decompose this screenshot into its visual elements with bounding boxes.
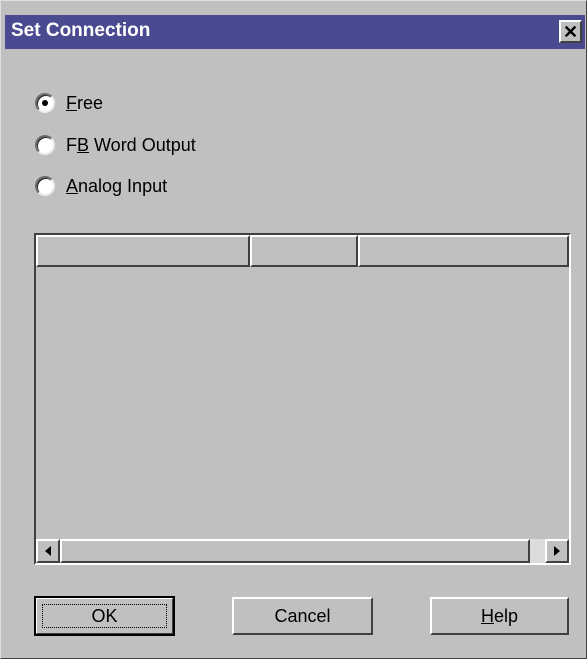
title-bar[interactable]: Set Connection ✕ (5, 15, 585, 49)
arrow-right-icon (554, 546, 560, 556)
list-header (36, 235, 569, 267)
radio-free-label: Free (66, 92, 104, 113)
radio-analog-input[interactable]: Analog Input (35, 172, 167, 200)
dialog-title: Set Connection (11, 20, 151, 41)
radio-unselected-icon (35, 135, 55, 155)
column-header-2[interactable] (250, 235, 358, 267)
radio-analog-input-label: Analog Input (66, 175, 168, 196)
focus-rectangle (42, 604, 167, 628)
radio-fb-word-output-label: FB Word Output (66, 134, 196, 155)
radio-selected-icon (35, 93, 55, 113)
close-icon: ✕ (562, 21, 579, 42)
scroll-left-button[interactable] (36, 539, 60, 563)
cancel-button-label: Cancel (274, 605, 331, 626)
column-header-1[interactable] (36, 235, 250, 267)
radio-fb-word-output[interactable]: FB Word Output (35, 131, 196, 159)
close-button[interactable]: ✕ (559, 20, 582, 43)
horizontal-scrollbar[interactable] (36, 539, 569, 563)
scroll-right-button[interactable] (545, 539, 569, 563)
ok-button[interactable]: OK (34, 596, 175, 636)
radio-unselected-icon (35, 176, 55, 196)
help-button[interactable]: Help (430, 597, 569, 635)
scroll-thumb[interactable] (60, 539, 530, 563)
column-header-3[interactable] (358, 235, 569, 267)
arrow-left-icon (45, 546, 51, 556)
help-button-label: Help (480, 605, 519, 626)
cancel-button[interactable]: Cancel (232, 597, 373, 635)
radio-free[interactable]: Free (35, 89, 103, 117)
set-connection-dialog: Set Connection ✕ Free FB Word Output Ana… (0, 0, 587, 659)
connection-list[interactable] (34, 233, 571, 565)
